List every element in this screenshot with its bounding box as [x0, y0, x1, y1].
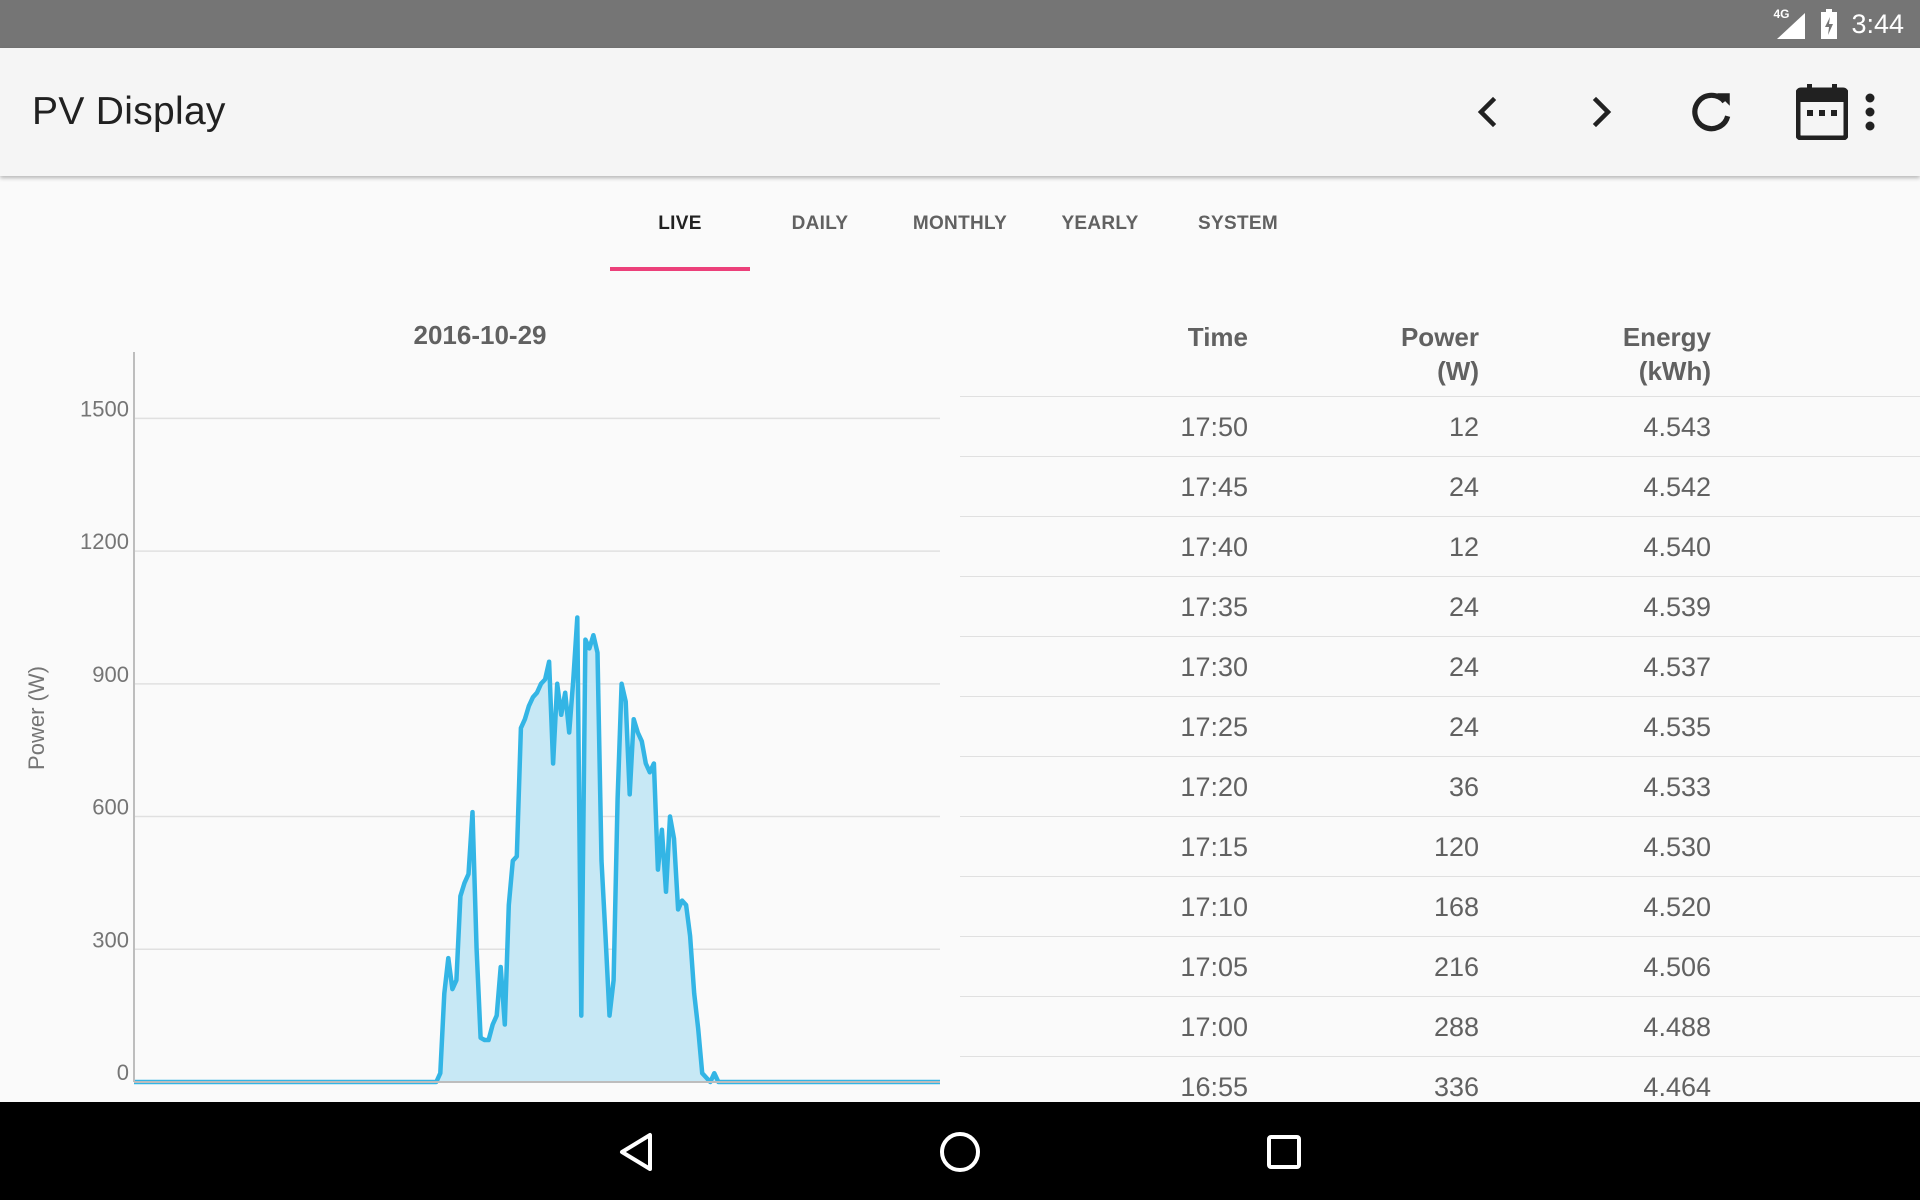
status-bar: 4G 3:44: [0, 0, 1920, 48]
home-button[interactable]: [930, 1122, 990, 1182]
row-energy: 4.539: [1643, 592, 1711, 622]
table-row: 17:35 24 4.539: [960, 576, 1920, 636]
power-chart-panel: 2016-10-29 Power (W) 0 300 600 900 1200 1500: [0, 272, 960, 1102]
table-row: 17:20 36 4.533: [960, 756, 1920, 816]
app-bar: PV Display: [0, 48, 1920, 176]
table-row: 17:15 120 4.530: [960, 816, 1920, 876]
tab-system[interactable]: SYSTEM: [1168, 176, 1308, 272]
chevron-right-icon: [1592, 96, 1612, 128]
tab-indicator: [610, 267, 750, 271]
cellular-signal-icon: 4G: [1773, 7, 1807, 39]
navigation-bar: [0, 1102, 1920, 1200]
overflow-menu-button[interactable]: [1846, 78, 1894, 146]
recents-square-icon: [1267, 1135, 1301, 1169]
tab-live[interactable]: LIVE: [610, 176, 750, 272]
chart-area-fill: [134, 617, 940, 1082]
row-energy: 4.537: [1643, 652, 1711, 682]
table-row: 17:50 12 4.543: [960, 396, 1920, 456]
battery-icon: [1821, 9, 1838, 39]
chart-y-tick-label: 600: [92, 795, 129, 820]
table-row: 17:10 168 4.520: [960, 876, 1920, 936]
row-energy: 4.488: [1643, 1012, 1711, 1042]
tab-yearly[interactable]: YEARLY: [1030, 176, 1170, 272]
live-data-table[interactable]: Time Power (W) Energy (kWh) 17:50 12 4.543…: [960, 272, 1920, 1102]
chart-y-tick-label: 1200: [80, 529, 129, 554]
back-triangle-icon: [620, 1133, 652, 1171]
chevron-left-icon: [1477, 96, 1497, 128]
column-header-energy: Energy (kWh): [960, 320, 1711, 388]
home-circle-icon: [940, 1132, 980, 1172]
next-button[interactable]: [1566, 78, 1634, 146]
recents-button[interactable]: [1254, 1122, 1314, 1182]
row-energy: 4.535: [1643, 712, 1711, 742]
table-row: 17:25 24 4.535: [960, 696, 1920, 756]
previous-button[interactable]: [1455, 78, 1523, 146]
tab-daily[interactable]: DAILY: [750, 176, 890, 272]
chart-y-tick-label: 900: [92, 662, 129, 687]
refresh-icon: [1692, 92, 1731, 132]
energy-header-line1: Energy: [1622, 322, 1711, 352]
row-energy: 4.533: [1643, 772, 1711, 802]
energy-header-line2: (kWh): [1638, 356, 1711, 386]
row-energy: 4.530: [1643, 832, 1711, 862]
row-energy: 4.520: [1643, 892, 1711, 922]
back-button[interactable]: [606, 1122, 666, 1182]
power-chart[interactable]: 0 300 600 900 1200 1500: [0, 272, 960, 1102]
row-energy: 4.543: [1643, 412, 1711, 442]
row-energy: 4.464: [1643, 1072, 1711, 1102]
row-energy: 4.506: [1643, 952, 1711, 982]
table-row: 17:30 24 4.537: [960, 636, 1920, 696]
table-row: 17:40 12 4.540: [960, 516, 1920, 576]
tab-monthly[interactable]: MONTHLY: [890, 176, 1030, 272]
table-row: 16:55 336 4.464: [960, 1056, 1920, 1102]
app-title: PV Display: [32, 90, 226, 133]
calendar-icon: [1796, 84, 1848, 140]
status-time: 3:44: [1851, 8, 1904, 39]
row-energy: 4.540: [1643, 532, 1711, 562]
row-energy: 4.542: [1643, 472, 1711, 502]
chart-y-tick-label: 300: [92, 927, 129, 952]
chart-y-tick-label: 0: [117, 1060, 129, 1085]
refresh-button[interactable]: [1677, 78, 1745, 146]
chart-y-tick-label: 1500: [80, 396, 129, 421]
table-row: 17:00 288 4.488: [960, 996, 1920, 1056]
table-row: 17:05 216 4.506: [960, 936, 1920, 996]
more-vert-icon: [1865, 93, 1875, 131]
tab-bar: LIVE DAILY MONTHLY YEARLY SYSTEM: [0, 176, 1920, 272]
table-row: 17:45 24 4.542: [960, 456, 1920, 516]
